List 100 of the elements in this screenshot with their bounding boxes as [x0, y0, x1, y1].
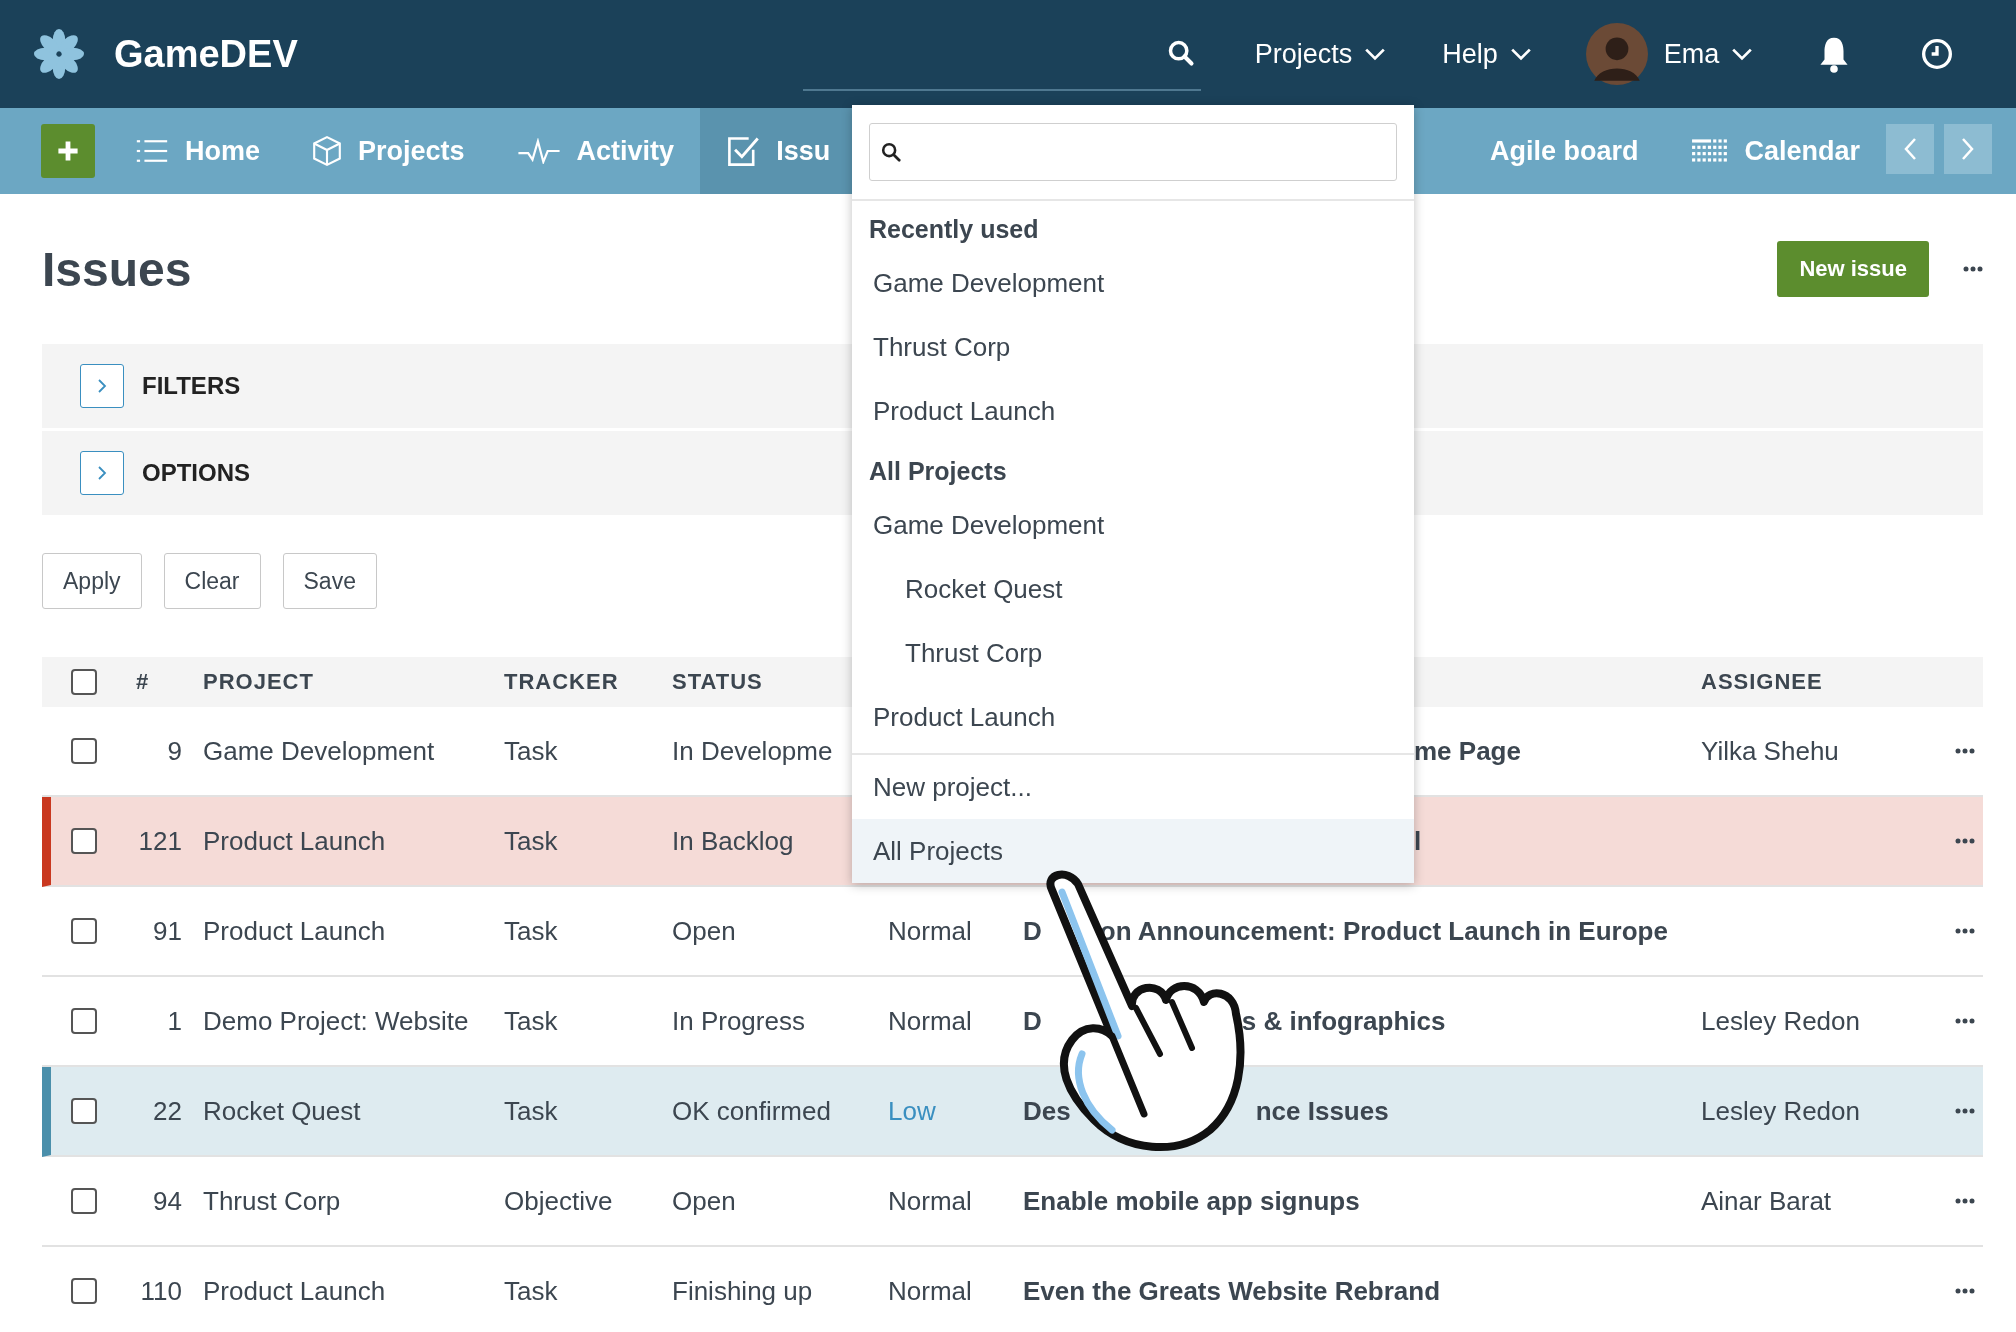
table-cell-text: Open	[672, 1185, 737, 1217]
chevron-down-icon	[1731, 47, 1754, 61]
table-cell: Lesley Redon	[1701, 1005, 1860, 1036]
menu-item[interactable]: Thrust Corp	[852, 315, 1414, 379]
table-cell-text: Product Launch	[203, 825, 387, 857]
more-icon[interactable]	[1955, 748, 1975, 754]
column-header: #	[135, 669, 151, 695]
more-icon[interactable]	[1963, 266, 1983, 272]
menu-button[interactable]: Projects	[1254, 38, 1387, 70]
more-icon[interactable]	[1955, 1198, 1975, 1204]
table-cell-text: Objective	[504, 1185, 614, 1217]
issue-subject[interactable]: D	[1023, 915, 1042, 947]
menu-item[interactable]: Product Launch	[852, 685, 1414, 749]
row-checkbox[interactable]	[71, 918, 97, 944]
chevron-left-icon	[1903, 137, 1917, 161]
clock-icon[interactable]	[1921, 38, 1954, 70]
issue-subject[interactable]: s & infographics	[1241, 1005, 1446, 1037]
menu-button[interactable]: Help	[1442, 38, 1532, 70]
chevron-down-icon	[1509, 47, 1532, 61]
table-cell-text: Rocket Quest	[203, 1095, 362, 1127]
issue-subject[interactable]: D	[1023, 1005, 1042, 1037]
chevron-right-icon	[1961, 137, 1975, 161]
highlighted-table-row[interactable]: 22 Rocket Quest Task OK confirmed Low Des nce Issues Lesley Redon	[42, 1067, 1983, 1157]
cube-icon	[312, 135, 342, 167]
table-cell-text: In Developme	[672, 735, 834, 767]
more-icon[interactable]	[1955, 1288, 1975, 1294]
expand-button[interactable]	[80, 364, 124, 408]
app-name: GameDEV	[114, 32, 298, 76]
panel-label: OPTIONS	[142, 459, 250, 487]
table-cell: Ainar Barat	[1701, 1185, 1832, 1216]
chevron-right-icon	[96, 378, 108, 394]
add-button[interactable]	[41, 124, 95, 178]
table-cell-text: Finishing up	[672, 1275, 814, 1307]
action-button[interactable]: Clear	[163, 553, 261, 609]
table-cell-text: Open	[672, 915, 737, 947]
issue-subject[interactable]: Enable mobile app signups	[1023, 1185, 1360, 1217]
table-cell-text: Task	[504, 915, 559, 947]
select-all-checkbox[interactable]	[71, 669, 97, 695]
section-heading: All Projects	[868, 455, 1008, 487]
menu-item[interactable]: Rocket Quest	[852, 557, 1414, 621]
issue-subject[interactable]: Even the Greats Website Rebrand	[1023, 1275, 1441, 1307]
row-checkbox[interactable]	[71, 1188, 97, 1214]
issue-subject[interactable]: nce Issues	[1255, 1095, 1389, 1127]
table-cell-text: Demo Project: Website	[203, 1005, 470, 1037]
table-cell-text: Task	[504, 1095, 559, 1127]
column-header: ASSIGNEE	[1701, 669, 1824, 695]
table-cell-text: 22	[152, 1095, 182, 1127]
table-cell-text: 110	[139, 1275, 182, 1307]
chevron-down-icon	[1364, 47, 1387, 61]
section-heading: Recently used	[868, 213, 1040, 245]
table-cell-text: Game Development	[203, 735, 436, 767]
menu-item[interactable]: All Projects	[852, 819, 1414, 883]
table-cell: Normal	[888, 915, 972, 946]
menu-item[interactable]: Game Development	[852, 251, 1414, 315]
table-cell-text: Task	[504, 1005, 559, 1037]
table-cell: Normal	[888, 1185, 972, 1216]
plus-icon	[56, 139, 80, 163]
checkbox-icon	[726, 134, 761, 168]
action-button[interactable]: Apply	[42, 553, 142, 609]
column-header: TRACKER	[504, 669, 620, 695]
action-button[interactable]: Save	[282, 553, 377, 609]
table-cell: Yilka Shehu	[1701, 735, 1839, 766]
menu-item[interactable]: Game Development	[852, 493, 1414, 557]
row-checkbox[interactable]	[71, 828, 97, 854]
table-cell-text: Product Launch	[203, 915, 387, 947]
row-checkbox[interactable]	[71, 738, 97, 764]
table-row[interactable]: 94 Thrust Corp Objective Open Normal Enable mobile app signups Ainar Barat	[42, 1157, 1983, 1247]
pulse-icon	[516, 138, 561, 164]
menu-item[interactable]: Product Launch	[852, 379, 1414, 443]
new-issue-button[interactable]: New issue	[1777, 241, 1929, 297]
row-checkbox[interactable]	[71, 1278, 97, 1304]
row-checkbox[interactable]	[71, 1008, 97, 1034]
row-checkbox[interactable]	[71, 1098, 97, 1124]
more-icon[interactable]	[1955, 838, 1975, 844]
table-cell-text: 94	[152, 1185, 182, 1217]
issue-subject[interactable]: me Page	[1414, 735, 1521, 767]
table-cell-text: 91	[152, 915, 182, 947]
page-title: Issues	[42, 241, 192, 297]
asterisk-logo-icon	[34, 29, 84, 79]
more-icon[interactable]	[1955, 1018, 1975, 1024]
menu-item[interactable]: Thrust Corp	[852, 621, 1414, 685]
issue-subject[interactable]: l	[1414, 825, 1422, 857]
table-cell-text: Product Launch	[203, 1275, 387, 1307]
table-cell: Normal	[888, 1005, 972, 1036]
list-icon	[135, 138, 169, 164]
chevron-right-icon	[96, 465, 108, 481]
table-row[interactable]: 110 Product Launch Task Finishing up Normal Even the Greats Website Rebrand	[42, 1247, 1983, 1332]
expand-button[interactable]	[80, 451, 124, 495]
table-cell: Lesley Redon	[1701, 1095, 1860, 1126]
table-cell-text: 121	[137, 825, 182, 857]
column-header: STATUS	[672, 669, 764, 695]
more-icon[interactable]	[1955, 1108, 1975, 1114]
table-cell-text: Task	[504, 1275, 559, 1307]
panel-label: FILTERS	[142, 372, 241, 400]
table-cell-text: OK confirmed	[672, 1095, 832, 1127]
issue-subject[interactable]: Des	[1023, 1095, 1071, 1127]
more-icon[interactable]	[1955, 928, 1975, 934]
search-icon	[880, 141, 902, 163]
column-header: PROJECT	[203, 669, 315, 695]
user-menu-button[interactable]: Ema	[1663, 38, 1754, 70]
